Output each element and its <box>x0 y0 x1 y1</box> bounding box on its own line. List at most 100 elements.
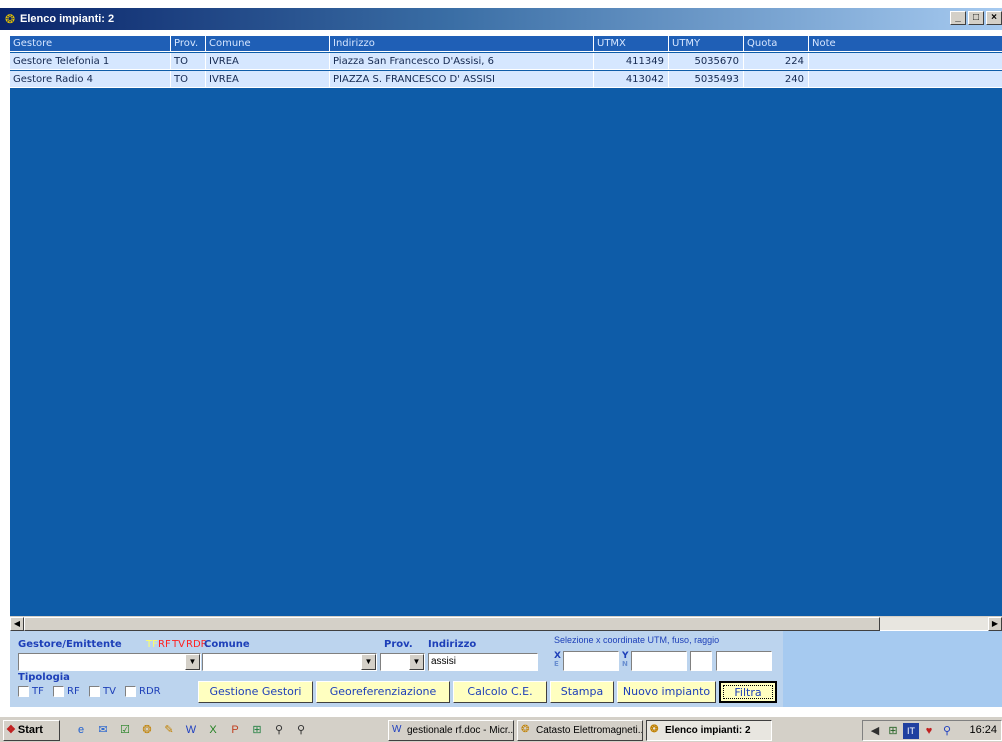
network-tray-icon[interactable]: ⊞ <box>885 723 901 739</box>
type-tag-tv: TV <box>172 639 185 650</box>
scroll-right-icon[interactable]: ▶ <box>988 617 1002 631</box>
cell-prov[interactable]: TO <box>171 53 206 70</box>
clock: 16:24 <box>969 724 997 736</box>
cell-utmy[interactable]: 5035493 <box>669 71 744 88</box>
chevron-down-icon[interactable]: ▼ <box>409 654 424 670</box>
app-icon: ❂ <box>650 724 659 735</box>
start-button[interactable]: ❖ Start <box>3 720 60 741</box>
stampa-button[interactable]: Stampa <box>550 681 614 703</box>
desktop-icon[interactable]: ☑ <box>117 722 133 738</box>
agent-icon[interactable]: ⚲ <box>939 723 955 739</box>
application-window: ❂ Elenco impianti: 2 _ □ × Gestore Prov.… <box>0 0 1002 742</box>
excel-icon[interactable]: X <box>205 722 221 738</box>
column-header-gestore[interactable]: Gestore <box>10 36 171 52</box>
chevron-down-icon[interactable]: ▼ <box>361 654 376 670</box>
column-header-comune[interactable]: Comune <box>206 36 330 52</box>
checkbox-rf[interactable] <box>53 686 64 697</box>
indirizzo-label: Indirizzo <box>428 639 477 650</box>
internet-explorer-icon[interactable]: e <box>73 722 89 738</box>
cell-comune[interactable]: IVREA <box>206 71 330 88</box>
title-bar[interactable]: ❂ Elenco impianti: 2 _ □ × <box>0 0 1002 30</box>
magnifier-icon[interactable]: ⚲ <box>271 722 287 738</box>
checkbox-tf[interactable] <box>18 686 29 697</box>
app-icon: ❂ <box>4 12 16 26</box>
filtra-button[interactable]: Filtra <box>719 681 777 703</box>
minimize-button[interactable]: _ <box>950 11 966 25</box>
checkbox-tf-label: TF <box>32 686 44 697</box>
task-gestionale-doc[interactable]: W gestionale rf.doc - Micr... <box>388 720 514 741</box>
prov-select[interactable]: ▼ <box>380 653 425 671</box>
horizontal-scrollbar[interactable]: ◀ ▶ <box>10 616 1002 631</box>
checkbox-rf-label: RF <box>67 686 80 697</box>
calcolo-ce-button[interactable]: Calcolo C.E. <box>453 681 547 703</box>
task-label: Elenco impianti: 2 <box>665 725 751 736</box>
language-icon[interactable]: IT <box>903 723 919 739</box>
column-header-prov[interactable]: Prov. <box>171 36 206 52</box>
pencil-icon[interactable]: ✎ <box>161 722 177 738</box>
window-title: Elenco impianti: 2 <box>20 13 115 25</box>
comune-label: Comune <box>204 639 250 650</box>
utm-x-input[interactable] <box>563 651 619 671</box>
scroll-thumb[interactable] <box>24 617 880 631</box>
start-label: Start <box>17 724 43 736</box>
cell-quota[interactable]: 240 <box>744 71 809 88</box>
gestore-label: Gestore/Emittente <box>18 639 122 650</box>
column-header-indirizzo[interactable]: Indirizzo <box>330 36 594 52</box>
close-button[interactable]: × <box>986 11 1002 25</box>
table-row[interactable]: Gestore Telefonia 1 TO IVREA Piazza San … <box>10 53 1002 70</box>
scroll-left-icon[interactable]: ◀ <box>10 617 24 631</box>
checkbox-rdr-label: RDR <box>139 686 161 697</box>
task-elenco-impianti[interactable]: ❂ Elenco impianti: 2 <box>646 720 772 741</box>
app-icon[interactable]: ❂ <box>139 722 155 738</box>
column-header-quota[interactable]: Quota <box>744 36 809 52</box>
column-header-utmy[interactable]: UTMY <box>669 36 744 52</box>
grid-header: Gestore Prov. Comune Indirizzo UTMX UTMY… <box>10 36 1002 52</box>
cell-note[interactable] <box>809 71 1002 88</box>
windows-logo-icon: ❖ <box>6 724 16 736</box>
utm-y-input[interactable] <box>631 651 687 671</box>
cell-indirizzo[interactable]: PIAZZA S. FRANCESCO D' ASSISI <box>330 71 594 88</box>
cell-note[interactable] <box>809 53 1002 70</box>
column-header-utmx[interactable]: UTMX <box>594 36 669 52</box>
cell-gestore[interactable]: Gestore Radio 4 <box>10 71 171 88</box>
nuovo-impianto-button[interactable]: Nuovo impianto <box>617 681 716 703</box>
chevron-down-icon[interactable]: ▼ <box>185 654 200 670</box>
utm-raggio-input[interactable] <box>716 651 772 671</box>
checkbox-tv[interactable] <box>89 686 100 697</box>
cell-utmx[interactable]: 413042 <box>594 71 669 88</box>
impianti-grid[interactable]: Gestore Prov. Comune Indirizzo UTMX UTMY… <box>10 36 1002 616</box>
utm-selection-label: Selezione x coordinate UTM, fuso, raggio <box>554 635 720 645</box>
word-doc-icon: W <box>392 724 402 735</box>
maximize-button[interactable]: □ <box>968 11 984 25</box>
cell-quota[interactable]: 224 <box>744 53 809 70</box>
cell-utmy[interactable]: 5035670 <box>669 53 744 70</box>
utm-fuso-input[interactable] <box>690 651 712 671</box>
column-header-note[interactable]: Note <box>809 36 1002 52</box>
checkbox-rdr[interactable] <box>125 686 136 697</box>
system-tray: ◀ ⊞ IT ♥ ⚲ 16:24 <box>862 720 1002 741</box>
indirizzo-input[interactable]: assisi <box>428 653 538 671</box>
network-icon[interactable]: ⊞ <box>249 722 265 738</box>
task-catasto[interactable]: ❂ Catasto Elettromagneti... <box>517 720 643 741</box>
outlook-icon[interactable]: ✉ <box>95 722 111 738</box>
cell-prov[interactable]: TO <box>171 71 206 88</box>
powerpoint-icon[interactable]: P <box>227 722 243 738</box>
task-label: gestionale rf.doc - Micr... <box>407 725 514 736</box>
app-icon: ❂ <box>521 724 530 735</box>
volume-icon[interactable]: ◀ <box>867 723 883 739</box>
cell-utmx[interactable]: 411349 <box>594 53 669 70</box>
cell-gestore[interactable]: Gestore Telefonia 1 <box>10 53 171 70</box>
prov-label: Prov. <box>384 639 413 650</box>
table-row[interactable]: Gestore Radio 4 TO IVREA PIAZZA S. FRANC… <box>10 71 1002 88</box>
georeferenziazione-button[interactable]: Georeferenziazione <box>316 681 450 703</box>
gestore-select[interactable]: ▼ <box>18 653 201 671</box>
search-icon[interactable]: ⚲ <box>293 722 309 738</box>
word-icon[interactable]: W <box>183 722 199 738</box>
title-bar-strip[interactable]: ❂ Elenco impianti: 2 _ □ × <box>0 8 1002 30</box>
task-label: Catasto Elettromagneti... <box>536 725 643 736</box>
gestione-gestori-button[interactable]: Gestione Gestori <box>198 681 313 703</box>
cell-comune[interactable]: IVREA <box>206 53 330 70</box>
cell-indirizzo[interactable]: Piazza San Francesco D'Assisi, 6 <box>330 53 594 70</box>
comune-select[interactable]: ▼ <box>202 653 377 671</box>
antivirus-icon[interactable]: ♥ <box>921 723 937 739</box>
